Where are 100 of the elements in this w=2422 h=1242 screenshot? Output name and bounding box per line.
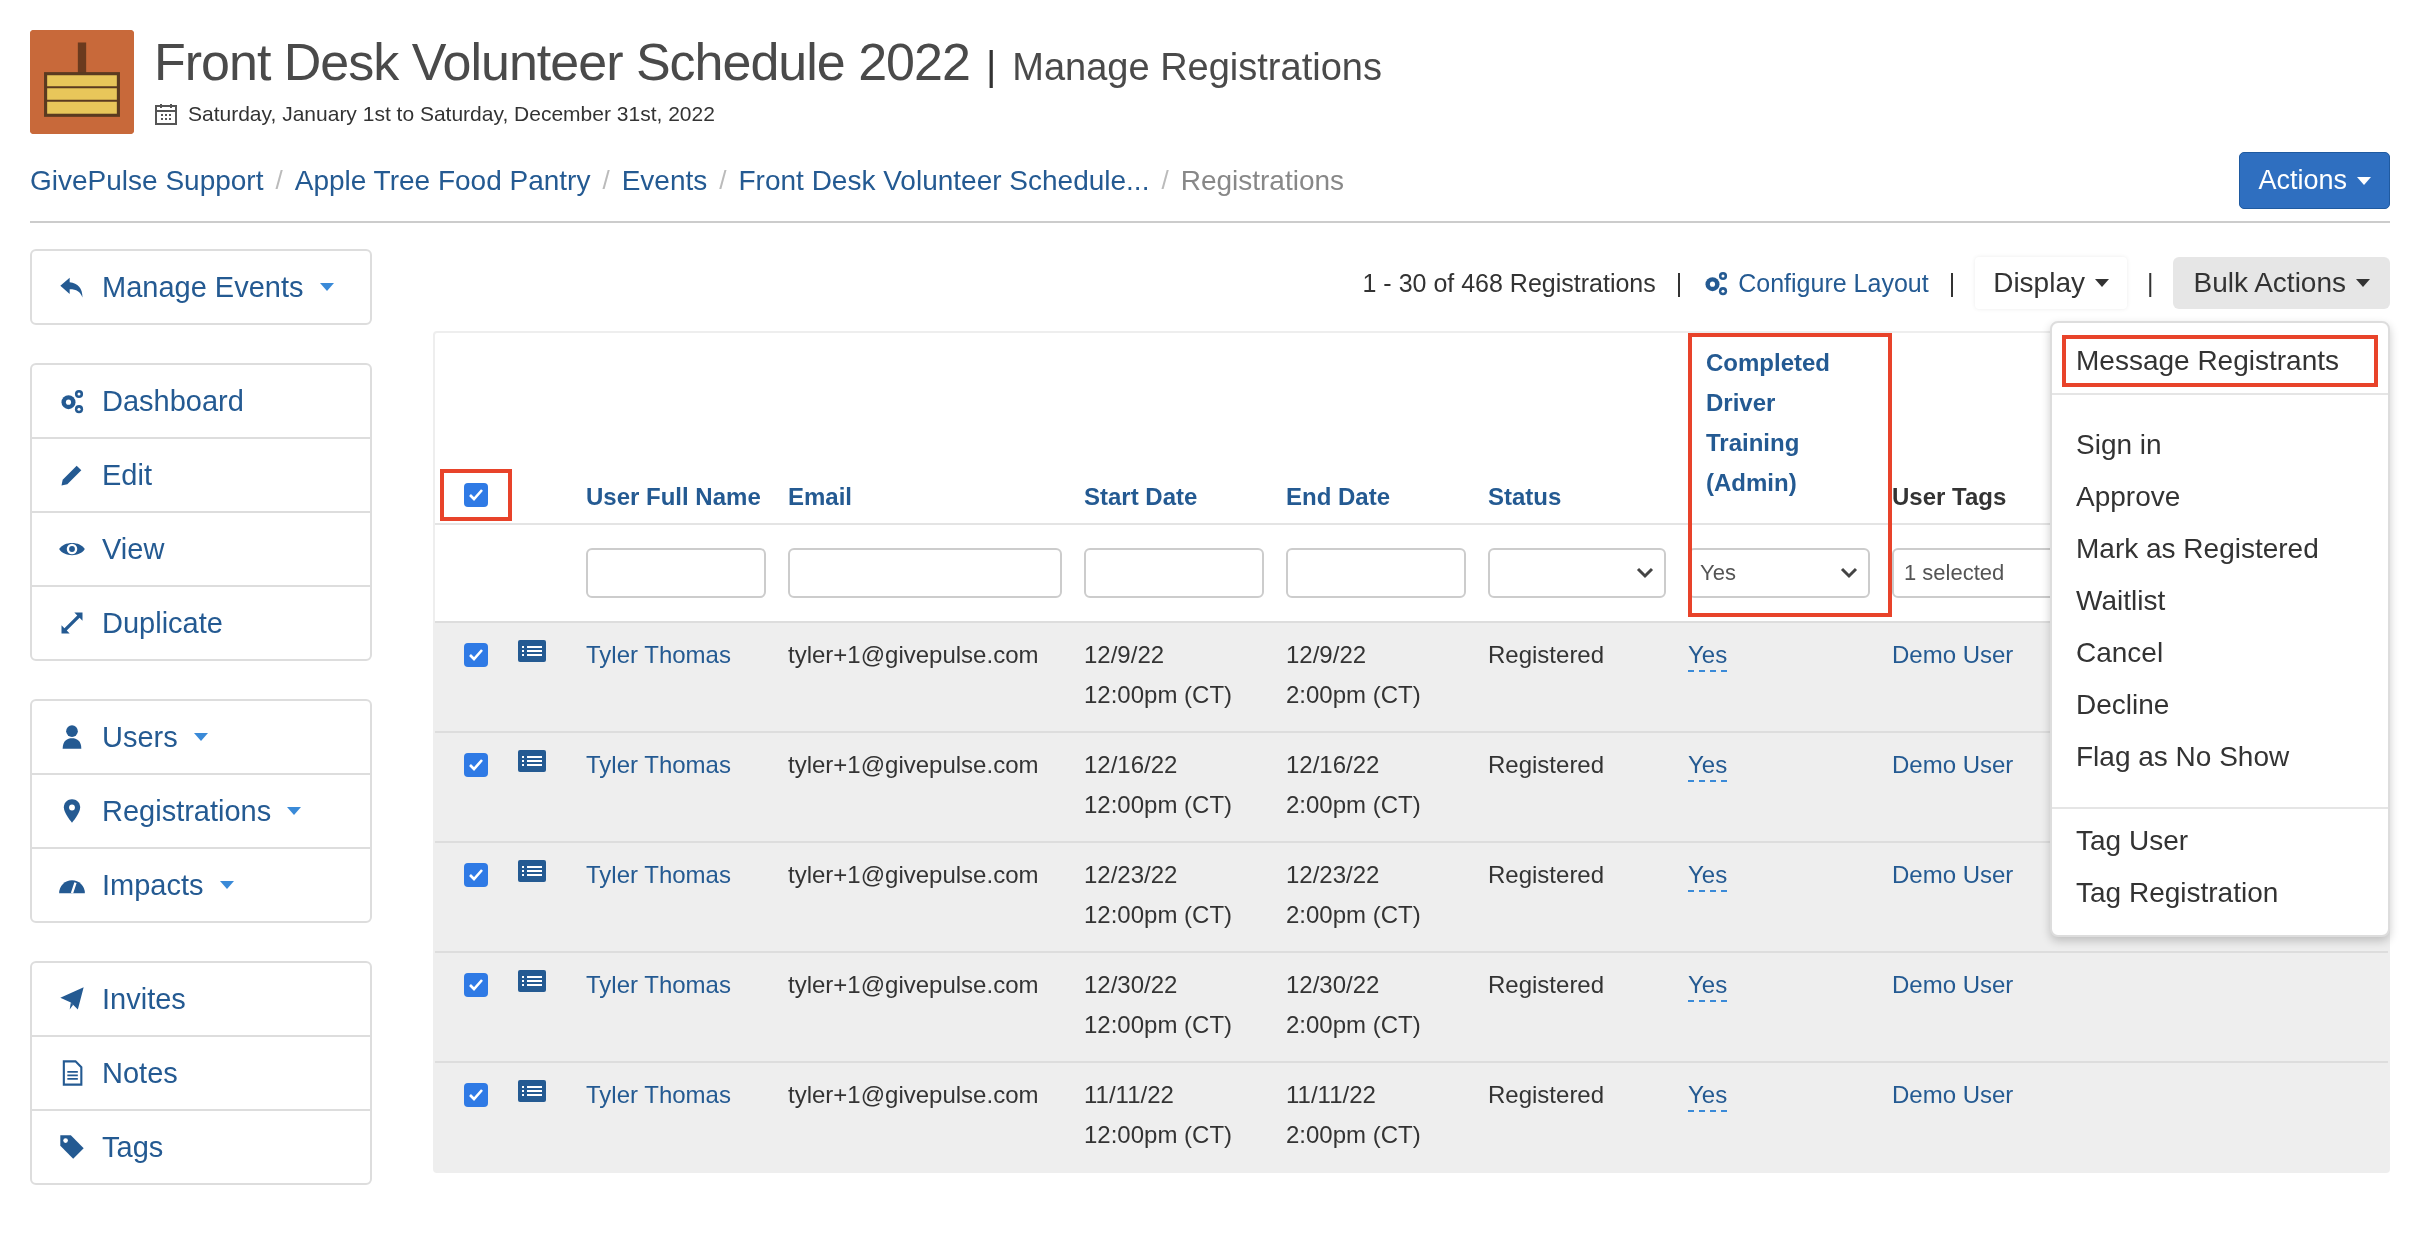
end-date-cell-text: 12/23/22 xyxy=(1286,860,1381,890)
start-date-cell-text: 12/16/22 xyxy=(1084,750,1179,780)
display-dropdown[interactable]: Display xyxy=(1975,257,2127,309)
sidebar-item[interactable]: Duplicate xyxy=(32,587,370,659)
column-header[interactable]: End Date xyxy=(1286,477,1404,517)
sidebar-item[interactable]: Notes xyxy=(32,1037,370,1111)
checkmark-icon xyxy=(468,977,484,993)
training-answer-link[interactable]: Yes xyxy=(1688,1080,1728,1112)
user-name-link[interactable]: Tyler Thomas xyxy=(586,745,788,825)
email-cell-text: tyler+1@givepulse.com xyxy=(788,1080,1040,1110)
start-time-cell-text: 12:00pm (CT) xyxy=(1084,680,1234,710)
training-answer-link[interactable]: Yes xyxy=(1688,750,1728,782)
page-subtitle: Manage Registrations xyxy=(1012,46,1382,89)
end-date-cell-text: 11/11/22 xyxy=(1286,1080,1377,1110)
status-cell-text: Registered xyxy=(1488,1080,1606,1110)
breadcrumb-separator: / xyxy=(602,165,610,196)
menu-item[interactable]: Decline xyxy=(2052,679,2388,731)
sidebar-item[interactable]: Dashboard xyxy=(32,365,370,439)
checkbox[interactable] xyxy=(464,863,488,887)
column-header[interactable]: Status xyxy=(1488,477,1576,517)
tag-icon xyxy=(58,1133,86,1161)
toolbar-separator: | xyxy=(1948,268,1956,298)
status-cell-text: Registered xyxy=(1488,860,1606,890)
start-date-cell-text: 12/23/22 xyxy=(1084,860,1179,890)
sidebar-item[interactable]: Manage Events xyxy=(32,251,370,323)
start-date-cell-text: 11/11/22 xyxy=(1084,1080,1175,1110)
start-time-cell-text: 12:00pm (CT) xyxy=(1084,790,1234,820)
end-date-cell-text: 12/30/22 xyxy=(1286,970,1381,1000)
checkbox[interactable] xyxy=(464,483,488,507)
checkbox[interactable] xyxy=(464,753,488,777)
sidebar-item[interactable]: Registrations xyxy=(32,775,370,849)
user-tag-link[interactable]: Demo User xyxy=(1892,971,2014,998)
breadcrumb-link[interactable]: Events xyxy=(621,164,708,197)
configure-layout-link[interactable]: Configure Layout xyxy=(1702,268,1929,298)
column-header[interactable]: User Full Name xyxy=(586,477,775,517)
sidebar-item[interactable]: Invites xyxy=(32,963,370,1037)
breadcrumb-separator: / xyxy=(719,165,727,196)
training-answer-link[interactable]: Yes xyxy=(1688,640,1728,672)
menu-item[interactable]: Mark as Registered xyxy=(2052,523,2388,575)
start-time-cell-text: 12:00pm (CT) xyxy=(1084,1120,1234,1150)
filter-field[interactable] xyxy=(586,548,766,598)
checkmark-icon xyxy=(468,1087,484,1103)
filter-field[interactable] xyxy=(1286,548,1466,598)
user-tag-link[interactable]: Demo User xyxy=(1892,861,2014,888)
menu-item[interactable]: Cancel xyxy=(2052,627,2388,679)
breadcrumb-link[interactable]: Apple Tree Food Pantry xyxy=(294,164,591,197)
event-date: Saturday, January 1st to Saturday, December 31st, 2022 xyxy=(188,102,715,126)
list-card-icon[interactable] xyxy=(517,969,547,993)
user-name-link[interactable]: Tyler Thomas xyxy=(586,855,788,935)
breadcrumb-link[interactable]: GivePulse Support xyxy=(30,164,264,197)
checkmark-icon xyxy=(468,867,484,883)
breadcrumb-link[interactable]: Front Desk Volunteer Schedule... xyxy=(738,164,1150,197)
menu-item[interactable]: Message Registrants xyxy=(2062,335,2378,387)
email-cell-text: tyler+1@givepulse.com xyxy=(788,750,1040,780)
menu-item[interactable]: Sign in xyxy=(2052,419,2388,471)
bulk-actions-button[interactable]: Bulk Actions xyxy=(2173,257,2390,309)
breadcrumb-current: Registrations xyxy=(1180,164,1345,197)
filter-field[interactable] xyxy=(1084,548,1264,598)
menu-item[interactable]: Flag as No Show xyxy=(2052,731,2388,783)
sidebar-item[interactable]: Users xyxy=(32,701,370,775)
start-time-cell-text: 12:00pm (CT) xyxy=(1084,900,1234,930)
checkbox[interactable] xyxy=(464,973,488,997)
end-date-cell-text: 12/9/22 xyxy=(1286,640,1368,670)
breadcrumb-separator: / xyxy=(1161,165,1169,196)
checkbox[interactable] xyxy=(464,643,488,667)
user-name-link[interactable]: Tyler Thomas xyxy=(586,1075,788,1155)
email-cell-text: tyler+1@givepulse.com xyxy=(788,640,1040,670)
menu-item[interactable]: Waitlist xyxy=(2052,575,2388,627)
sidebar-item[interactable]: Tags xyxy=(32,1111,370,1183)
user-tag-link[interactable]: Demo User xyxy=(1892,1081,2014,1108)
user-tag-link[interactable]: Demo User xyxy=(1892,751,2014,778)
sidebar-item[interactable]: Impacts xyxy=(32,849,370,921)
column-header[interactable]: Email xyxy=(788,477,867,517)
column-header: User Tags xyxy=(1892,482,2008,512)
end-time-cell-text: 2:00pm (CT) xyxy=(1286,680,1422,710)
menu-item[interactable]: Approve xyxy=(2052,471,2388,523)
filter-field[interactable] xyxy=(788,548,1062,598)
checkmark-icon xyxy=(468,647,484,663)
list-card-icon[interactable] xyxy=(517,749,547,773)
start-time-cell-text: 12:00pm (CT) xyxy=(1084,1010,1234,1040)
list-card-icon[interactable] xyxy=(517,859,547,883)
list-card-icon[interactable] xyxy=(517,639,547,663)
list-card-icon[interactable] xyxy=(517,1079,547,1103)
registration-count: 1 - 30 of 468 Registrations xyxy=(1362,268,1656,298)
user-name-link[interactable]: Tyler Thomas xyxy=(586,965,788,1045)
user-name-link[interactable]: Tyler Thomas xyxy=(586,635,788,715)
training-answer-link[interactable]: Yes xyxy=(1688,970,1728,1002)
title-separator: | xyxy=(985,44,997,89)
email-cell-text: tyler+1@givepulse.com xyxy=(788,860,1040,890)
checkbox[interactable] xyxy=(464,1083,488,1107)
chevron-down-icon xyxy=(1636,567,1654,579)
training-answer-link[interactable]: Yes xyxy=(1688,860,1728,892)
user-tag-link[interactable]: Demo User xyxy=(1892,641,2014,668)
sidebar-item[interactable]: View xyxy=(32,513,370,587)
menu-item[interactable]: Tag User xyxy=(2052,815,2388,867)
menu-item[interactable]: Tag Registration xyxy=(2052,867,2388,919)
sidebar-item[interactable]: Edit xyxy=(32,439,370,513)
actions-button[interactable]: Actions xyxy=(2239,152,2390,209)
end-date-cell-text: 12/16/22 xyxy=(1286,750,1381,780)
column-header[interactable]: Start Date xyxy=(1084,477,1212,517)
